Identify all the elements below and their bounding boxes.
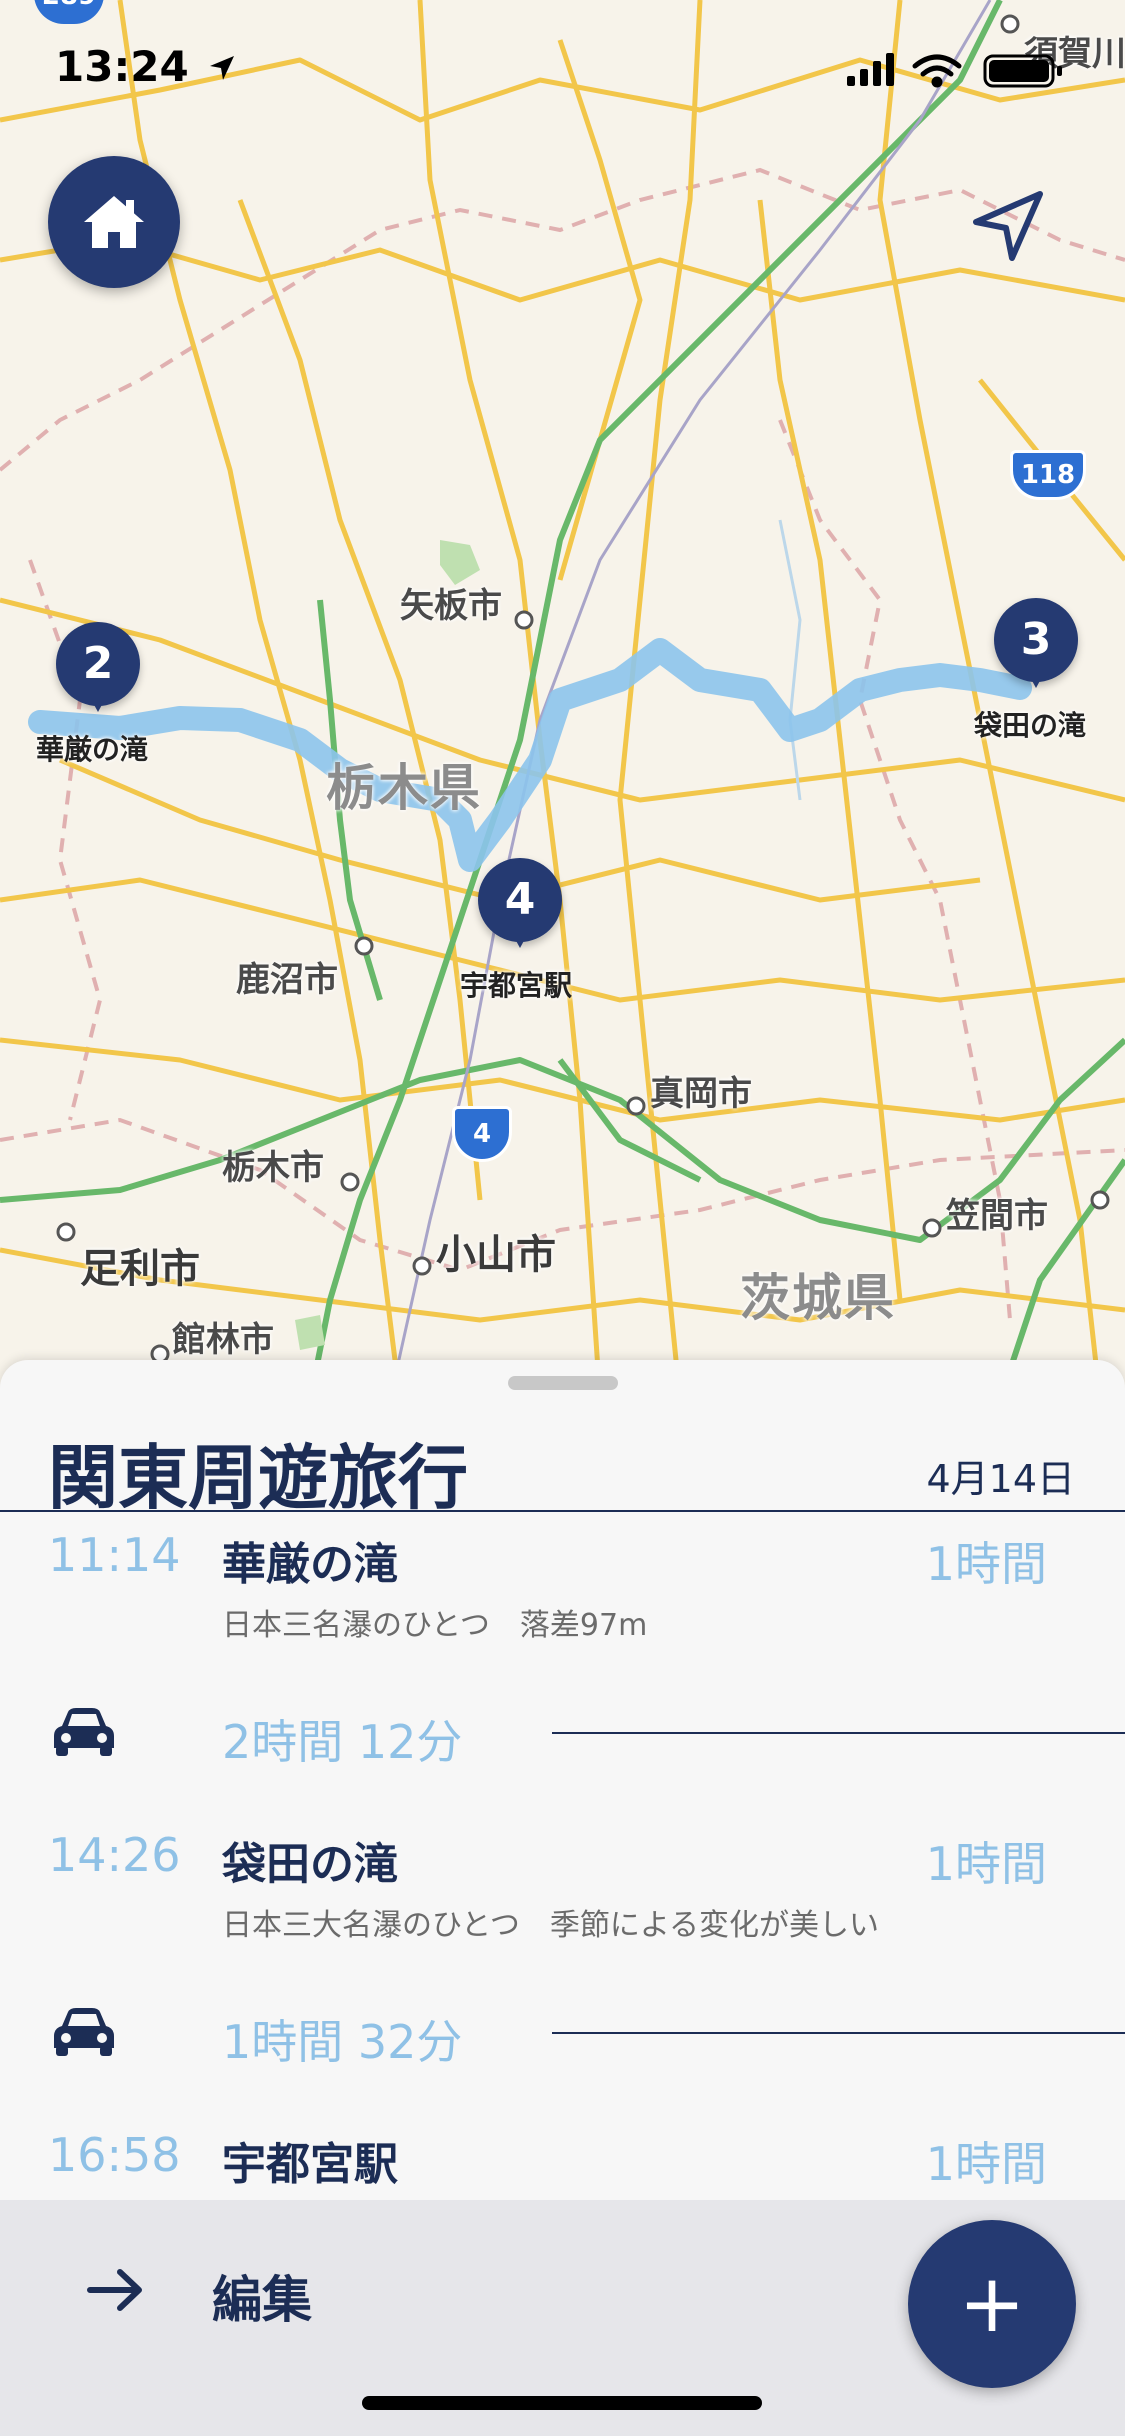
stop-description: 日本三名瀑のひとつ 落差97m <box>222 1608 648 1643</box>
stop-duration: 1時間 <box>925 1537 1047 1591</box>
location-arrow-icon <box>210 56 235 80</box>
home-icon <box>84 196 144 248</box>
add-stop-button[interactable]: + <box>908 2220 1076 2388</box>
status-icons <box>847 53 1062 88</box>
sheet-grabber[interactable] <box>508 1376 618 1390</box>
travel-duration: 1時間 32分 <box>222 2015 463 2069</box>
route-shield-right: 118 <box>1010 450 1086 500</box>
stop-time: 14:26 <box>48 1828 181 1882</box>
stop-time: 11:14 <box>48 1528 181 1582</box>
city-label-ashikaga: 足利市 <box>80 1246 200 1292</box>
city-label-kanuma: 鹿沼市 <box>236 960 338 1000</box>
city-label-yaita: 矢板市 <box>400 586 502 626</box>
trip-date: 4月14日 <box>926 1457 1075 1501</box>
car-icon <box>54 1708 114 1756</box>
car-icon <box>54 2008 114 2056</box>
travel-divider <box>552 1732 1125 1734</box>
map-pin-2[interactable]: 2 <box>56 622 140 718</box>
trip-title: 関東周遊旅行 <box>48 1437 468 1519</box>
map-pin-4[interactable]: 4 <box>478 858 562 954</box>
pin-number: 2 <box>82 638 114 689</box>
travel-duration: 2時間 12分 <box>222 1715 463 1769</box>
city-label-tochigi: 栃木市 <box>222 1148 324 1188</box>
stop-name[interactable]: 袋田の滝 <box>222 1828 398 1892</box>
plus-icon: + <box>958 2257 1026 2350</box>
city-label-kasama: 笠間市 <box>946 1196 1048 1236</box>
pin-number: 4 <box>504 874 536 925</box>
travel-divider <box>552 2032 1125 2034</box>
signal-icon <box>847 53 894 86</box>
arrow-right-icon[interactable] <box>86 2268 144 2312</box>
pin-label-fukuroda: 袋田の滝 <box>974 709 1087 742</box>
home-button[interactable] <box>48 156 180 288</box>
battery-icon <box>983 54 1062 88</box>
stop-description: 日本三大名瀑のひとつ 季節による変化が美しい <box>222 1908 879 1943</box>
city-label-mooka: 真岡市 <box>650 1074 752 1114</box>
title-divider <box>0 1510 1125 1512</box>
stop-time: 16:58 <box>48 2128 181 2182</box>
city-label-oyama: 小山市 <box>436 1232 556 1278</box>
edit-button[interactable]: 編集 <box>212 2260 312 2332</box>
home-indicator[interactable] <box>362 2396 762 2410</box>
stop-name[interactable]: 宇都宮駅 <box>222 2128 398 2192</box>
prefecture-label-ibaraki: 茨城県 <box>740 1269 896 1327</box>
stop-duration: 1時間 <box>925 1837 1047 1891</box>
pin-label-kegon: 華厳の滝 <box>36 733 149 766</box>
status-time: 13:24 <box>55 42 237 91</box>
city-label-tatebayashi: 館林市 <box>172 1320 274 1360</box>
map-pin-3[interactable]: 3 <box>994 598 1078 694</box>
wifi-icon <box>912 54 962 88</box>
stop-name[interactable]: 華厳の滝 <box>222 1528 398 1592</box>
current-location-icon[interactable] <box>968 186 1048 266</box>
stop-duration: 1時間 <box>925 2137 1047 2191</box>
pin-number: 3 <box>1020 614 1052 665</box>
prefecture-label-tochigi: 栃木県 <box>326 759 482 817</box>
pin-label-utsunomiya: 宇都宮駅 <box>460 969 573 1002</box>
